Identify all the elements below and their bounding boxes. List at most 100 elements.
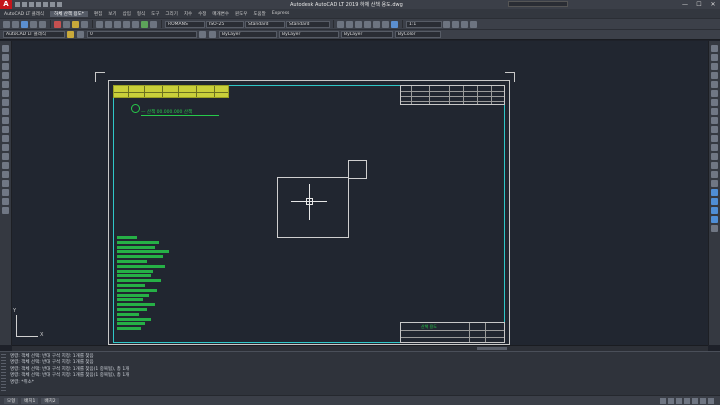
dim-aligned-icon[interactable] — [711, 198, 718, 205]
qnew-icon[interactable] — [3, 20, 10, 28]
offset-icon[interactable] — [711, 72, 718, 79]
isolate-icon[interactable] — [461, 20, 468, 28]
linetype-select[interactable]: ByLayer — [279, 31, 339, 38]
copy-icon[interactable] — [63, 20, 70, 28]
maximize-button[interactable]: ☐ — [692, 0, 706, 9]
lineweight-icon[interactable] — [700, 398, 706, 404]
pan-icon[interactable] — [114, 20, 121, 28]
layers-icon[interactable] — [346, 20, 353, 28]
table-style-select[interactable]: Standard — [245, 20, 285, 28]
menu-item-dimension[interactable]: 치수 — [184, 11, 192, 17]
tab-drawing[interactable]: 하체 산책 용도* — [50, 10, 89, 17]
menu-item-express[interactable]: Express — [272, 11, 290, 16]
polygon-icon[interactable] — [2, 72, 9, 79]
sheet-set-icon[interactable] — [364, 20, 371, 28]
menu-item-window[interactable]: 윈도우 — [235, 11, 247, 17]
chamfer-icon[interactable] — [711, 162, 718, 169]
trim-icon[interactable] — [711, 126, 718, 133]
gradient-icon[interactable] — [2, 180, 9, 187]
rectangle-geometry-small[interactable] — [348, 160, 367, 179]
dim-style-select[interactable]: ISO-25 — [206, 20, 244, 28]
ellipse-arc-icon[interactable] — [2, 135, 9, 142]
menu-item-draw[interactable]: 그리기 — [165, 11, 177, 17]
move-icon[interactable] — [711, 90, 718, 97]
xline-icon[interactable] — [2, 54, 9, 61]
tab-model[interactable]: 모형 — [4, 397, 19, 404]
table-icon[interactable] — [2, 198, 9, 205]
paste-icon[interactable] — [72, 20, 79, 28]
workspace-select[interactable]: AutoCAD LT 클래식 — [3, 31, 65, 38]
tool-palettes-icon[interactable] — [355, 20, 362, 28]
scrollbar-thumb[interactable] — [477, 347, 507, 350]
plot-icon[interactable] — [30, 20, 37, 28]
undo-toolbar-icon[interactable] — [96, 20, 103, 28]
ribbon-icon[interactable] — [337, 20, 344, 28]
minimize-button[interactable]: — — [678, 0, 692, 9]
layer-select[interactable]: 0 — [87, 31, 197, 38]
join-icon[interactable] — [711, 153, 718, 160]
text-style-select[interactable]: ROMANS — [165, 20, 205, 28]
snap-icon[interactable] — [668, 398, 674, 404]
layer-previous-icon[interactable] — [209, 31, 216, 38]
open-icon[interactable] — [12, 20, 19, 28]
circle-icon[interactable] — [2, 99, 9, 106]
print-icon[interactable] — [43, 2, 48, 7]
save-icon[interactable] — [29, 2, 34, 7]
polar-icon[interactable] — [684, 398, 690, 404]
tab-layout2[interactable]: 배치2 — [41, 397, 59, 404]
preview-icon[interactable] — [39, 20, 46, 28]
arc-icon[interactable] — [2, 90, 9, 97]
make-current-icon[interactable] — [199, 31, 206, 38]
erase-icon[interactable] — [711, 45, 718, 52]
redo-toolbar-icon[interactable] — [105, 20, 112, 28]
color-select[interactable]: ByLayer — [219, 31, 277, 38]
menu-item-edit[interactable]: 편집 — [94, 11, 102, 17]
autocad-logo-icon[interactable]: A — [0, 0, 12, 9]
stretch-icon[interactable] — [711, 117, 718, 124]
rectangle-icon[interactable] — [2, 81, 9, 88]
line-icon[interactable] — [2, 45, 9, 52]
leader-icon[interactable] — [711, 225, 718, 232]
menu-item-insert[interactable]: 삽입 — [123, 11, 131, 17]
menu-item-tools[interactable]: 도구 — [151, 11, 159, 17]
dim-radius-icon[interactable] — [711, 207, 718, 214]
region-icon[interactable] — [2, 189, 9, 196]
layer-state-icon[interactable] — [77, 31, 84, 38]
zoom-icon[interactable] — [123, 20, 130, 28]
ortho-icon[interactable] — [676, 398, 682, 404]
hardware-accel-icon[interactable] — [452, 20, 459, 28]
extend-icon[interactable] — [711, 135, 718, 142]
dim-diameter-icon[interactable] — [711, 216, 718, 223]
scale-icon[interactable] — [711, 108, 718, 115]
tab-layout1[interactable]: 배치1 — [21, 397, 39, 404]
hatch-icon[interactable] — [2, 171, 9, 178]
zoom-window-icon[interactable] — [132, 20, 139, 28]
mtext-icon[interactable] — [2, 207, 9, 214]
match-properties-icon[interactable] — [81, 20, 88, 28]
menu-item-view[interactable]: 보기 — [108, 11, 116, 17]
open-file-icon[interactable] — [22, 2, 27, 7]
menu-item-parametric[interactable]: 매개변수 — [212, 11, 229, 17]
new-file-icon[interactable] — [15, 2, 20, 7]
annotation-scale-select[interactable]: 1:1 — [406, 20, 442, 28]
workspace-icon[interactable] — [443, 20, 450, 28]
multileader-style-select[interactable]: Standard — [286, 20, 330, 28]
point-icon[interactable] — [2, 162, 9, 169]
redo-icon[interactable] — [57, 2, 62, 7]
save-as-icon[interactable] — [36, 2, 41, 7]
make-block-icon[interactable] — [2, 153, 9, 160]
help-search-input[interactable] — [508, 1, 568, 7]
rectangle-geometry-large[interactable] — [277, 177, 349, 238]
properties-icon[interactable] — [141, 20, 148, 28]
cut-icon[interactable] — [54, 20, 61, 28]
help-icon[interactable] — [391, 20, 398, 28]
command-line-grip[interactable] — [1, 354, 6, 392]
menu-item-modify[interactable]: 수정 — [198, 11, 206, 17]
menu-item-help[interactable]: 도움말 — [253, 11, 265, 17]
design-center-icon[interactable] — [150, 20, 157, 28]
spline-icon[interactable] — [2, 117, 9, 124]
save-toolbar-icon[interactable] — [21, 20, 28, 28]
clean-screen-icon[interactable] — [470, 20, 477, 28]
dim-linear-icon[interactable] — [711, 189, 718, 196]
osnap-icon[interactable] — [692, 398, 698, 404]
